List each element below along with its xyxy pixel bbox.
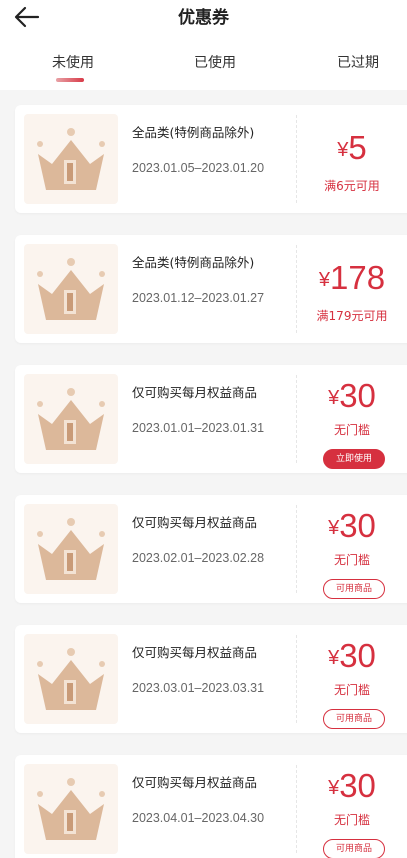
currency-symbol: ¥ bbox=[337, 139, 349, 161]
coupon-thumbnail bbox=[24, 374, 118, 464]
coupon-name: 仅可购买每月权益商品 bbox=[132, 515, 258, 530]
coupon-name: 全品类(特例商品除外) bbox=[132, 255, 255, 270]
crown-icon bbox=[37, 128, 105, 190]
crown-icon bbox=[37, 518, 105, 580]
eligible-products-button[interactable]: 可用商品 bbox=[323, 709, 385, 729]
crown-icon bbox=[37, 258, 105, 320]
coupon-card[interactable]: 仅可购买每月权益商品 2023.01.01–2023.01.31 ¥30 无门槛… bbox=[15, 365, 407, 473]
tab-unused[interactable]: 未使用 bbox=[52, 52, 94, 72]
crown-icon bbox=[37, 778, 105, 840]
coupon-validity: 2023.02.01–2023.02.28 bbox=[132, 551, 265, 565]
amount-value: 30 bbox=[339, 507, 376, 544]
currency-symbol: ¥ bbox=[328, 387, 340, 409]
crown-icon bbox=[37, 648, 105, 710]
tab-bar: 未使用 已使用 已过期 bbox=[0, 52, 407, 80]
amount-value: 30 bbox=[339, 767, 376, 804]
coupon-amount: ¥30 bbox=[297, 767, 407, 805]
coupon-condition: 无门槛 bbox=[333, 553, 370, 567]
header: 优惠券 未使用 已使用 已过期 bbox=[0, 0, 407, 90]
amount-value: 30 bbox=[339, 637, 376, 674]
coupon-thumbnail bbox=[24, 504, 118, 594]
coupon-thumbnail bbox=[24, 764, 118, 854]
active-tab-indicator bbox=[56, 78, 84, 82]
coupon-amount: ¥30 bbox=[297, 637, 407, 675]
amount-value: 178 bbox=[330, 259, 386, 296]
coupon-amount: ¥5 bbox=[297, 129, 407, 167]
coupon-condition: 满179元可用 bbox=[316, 309, 388, 323]
tab-expired[interactable]: 已过期 bbox=[337, 52, 379, 72]
coupon-validity: 2023.01.12–2023.01.27 bbox=[132, 291, 265, 305]
coupon-condition: 无门槛 bbox=[333, 813, 370, 827]
coupon-card[interactable]: 仅可购买每月权益商品 2023.03.01–2023.03.31 ¥30 无门槛… bbox=[15, 625, 407, 733]
coupon-validity: 2023.01.01–2023.01.31 bbox=[132, 421, 265, 435]
currency-symbol: ¥ bbox=[328, 517, 340, 539]
coupon-validity: 2023.04.01–2023.04.30 bbox=[132, 811, 265, 825]
coupon-card[interactable]: 仅可购买每月权益商品 2023.04.01–2023.04.30 ¥30 无门槛… bbox=[15, 755, 407, 858]
amount-value: 5 bbox=[348, 129, 367, 166]
coupon-amount: ¥178 bbox=[297, 259, 407, 297]
coupon-condition: 满6元可用 bbox=[324, 179, 380, 193]
coupon-name: 仅可购买每月权益商品 bbox=[132, 385, 258, 400]
crown-icon bbox=[37, 388, 105, 450]
coupon-amount: ¥30 bbox=[297, 507, 407, 545]
coupon-validity: 2023.01.05–2023.01.20 bbox=[132, 161, 265, 175]
coupon-amount: ¥30 bbox=[297, 377, 407, 415]
coupon-validity: 2023.03.01–2023.03.31 bbox=[132, 681, 265, 695]
coupon-condition: 无门槛 bbox=[333, 423, 370, 437]
coupon-condition: 无门槛 bbox=[333, 683, 370, 697]
eligible-products-button[interactable]: 可用商品 bbox=[323, 839, 385, 858]
coupon-name: 全品类(特例商品除外) bbox=[132, 125, 255, 140]
coupon-thumbnail bbox=[24, 634, 118, 724]
coupon-thumbnail bbox=[24, 114, 118, 204]
coupon-card[interactable]: 全品类(特例商品除外) 2023.01.12–2023.01.27 ¥178 满… bbox=[15, 235, 407, 343]
coupon-name: 仅可购买每月权益商品 bbox=[132, 645, 258, 660]
tab-used[interactable]: 已使用 bbox=[194, 52, 236, 72]
coupon-card[interactable]: 仅可购买每月权益商品 2023.02.01–2023.02.28 ¥30 无门槛… bbox=[15, 495, 407, 603]
use-now-button[interactable]: 立即使用 bbox=[323, 449, 385, 469]
page-title: 优惠券 bbox=[178, 8, 229, 28]
coupon-thumbnail bbox=[24, 244, 118, 334]
currency-symbol: ¥ bbox=[318, 269, 331, 291]
currency-symbol: ¥ bbox=[328, 777, 340, 799]
coupon-card[interactable]: 全品类(特例商品除外) 2023.01.05–2023.01.20 ¥5 满6元… bbox=[15, 105, 407, 213]
coupon-name: 仅可购买每月权益商品 bbox=[132, 775, 258, 790]
amount-value: 30 bbox=[339, 377, 376, 414]
currency-symbol: ¥ bbox=[328, 647, 340, 669]
eligible-products-button[interactable]: 可用商品 bbox=[323, 579, 385, 599]
